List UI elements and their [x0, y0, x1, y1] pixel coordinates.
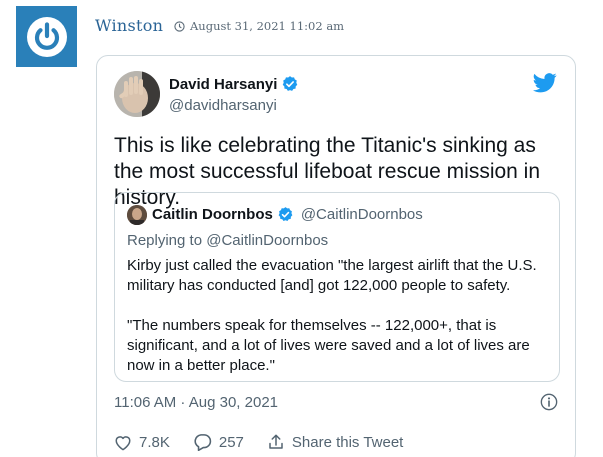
- verified-badge-icon: [283, 76, 298, 91]
- commenter-avatar: [16, 6, 77, 67]
- like-button[interactable]: 7.8K: [114, 434, 170, 451]
- quoted-paragraph-1: Kirby just called the evacuation "the la…: [127, 257, 537, 294]
- tweet-author-handle[interactable]: @davidharsanyi: [169, 97, 277, 114]
- comment-author[interactable]: Winston: [95, 16, 163, 35]
- tweet-timestamp[interactable]: 11:06 AM · Aug 30, 2021: [114, 394, 278, 411]
- quoted-tweet-body: Kirby just called the evacuation "the la…: [127, 256, 549, 376]
- reply-bubble-icon: [194, 434, 212, 451]
- author-photo: [114, 71, 160, 117]
- quoted-author-photo: [127, 205, 147, 225]
- share-label[interactable]: Share this Tweet: [292, 434, 403, 451]
- quoted-author-avatar: [127, 205, 147, 225]
- replying-to: Replying to @CaitlinDoornbos: [127, 232, 329, 249]
- twitter-bird-icon[interactable]: [533, 73, 557, 93]
- tweet-author-name-text[interactable]: David Harsanyi: [169, 76, 277, 93]
- reply-count: 257: [218, 433, 244, 451]
- quoted-author-handle: @CaitlinDoornbos: [300, 206, 423, 223]
- tweet-author-avatar[interactable]: [114, 71, 160, 117]
- reply-button[interactable]: 257: [193, 433, 244, 451]
- share-icon: [269, 434, 283, 449]
- verified-badge-icon: [278, 207, 293, 222]
- heart-icon: [115, 435, 131, 450]
- quoted-paragraph-2: "The numbers speak for themselves -- 122…: [127, 317, 530, 374]
- power-icon: [26, 16, 67, 57]
- quoted-tweet[interactable]: Caitlin Doornbos @CaitlinDoornbos Replyi…: [114, 192, 560, 382]
- info-icon[interactable]: [540, 393, 558, 411]
- like-count: 7.8K: [139, 433, 170, 451]
- share-button[interactable]: Share this Tweet: [267, 433, 403, 451]
- quoted-tweet-header: Caitlin Doornbos @CaitlinDoornbos: [152, 206, 423, 223]
- tweet-author-name[interactable]: David Harsanyi: [169, 75, 299, 93]
- clock-icon: [174, 20, 185, 32]
- embedded-tweet: David Harsanyi @davidharsanyi This is li…: [96, 55, 576, 457]
- tweet-actions: 7.8K 257 Share this Tweet: [114, 433, 426, 451]
- comment-date[interactable]: August 31, 2021 11:02 am: [190, 19, 344, 33]
- quoted-author-name: Caitlin Doornbos: [152, 206, 273, 223]
- comment-meta: August 31, 2021 11:02 am: [174, 19, 344, 33]
